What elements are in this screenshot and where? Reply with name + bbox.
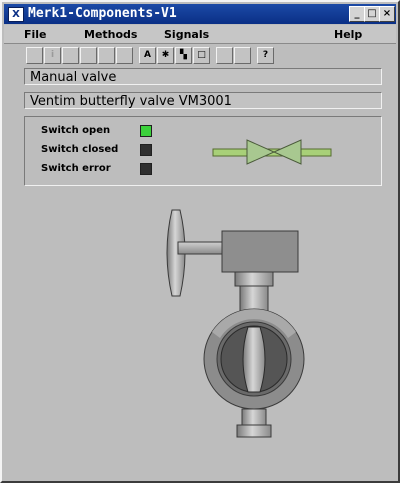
gearbox [221,230,299,273]
bottom-flange [236,424,272,438]
butterfly-valve-illustration [166,209,305,438]
valve-disc [242,326,266,393]
application-window: X Merk1-Components-V1 _ □ × File Methods… [0,0,400,483]
neck-flange [234,271,274,287]
handwheel-shaft [177,241,227,255]
bottom-stem [241,408,267,426]
